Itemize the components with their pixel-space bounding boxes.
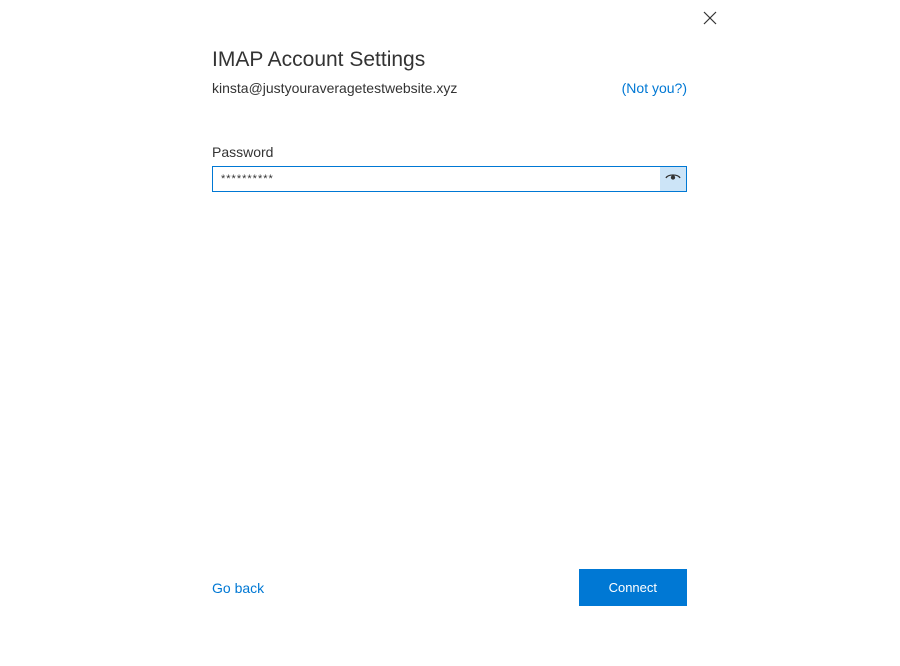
connect-button[interactable]: Connect (579, 569, 687, 606)
not-you-link[interactable]: (Not you?) (622, 80, 687, 96)
password-field-wrapper (212, 166, 687, 192)
account-email: kinsta@justyouraveragetestwebsite.xyz (212, 80, 457, 96)
show-password-button[interactable] (660, 167, 686, 191)
close-button[interactable] (700, 10, 720, 30)
password-label: Password (212, 144, 687, 160)
eye-icon (665, 170, 681, 188)
go-back-link[interactable]: Go back (212, 580, 264, 596)
email-row: kinsta@justyouraveragetestwebsite.xyz (N… (212, 80, 687, 96)
dialog-title: IMAP Account Settings (212, 48, 687, 72)
password-input[interactable] (213, 167, 660, 191)
dialog-content: IMAP Account Settings kinsta@justyourave… (212, 48, 687, 192)
dialog-footer: Go back Connect (212, 569, 687, 606)
close-icon (703, 11, 717, 30)
